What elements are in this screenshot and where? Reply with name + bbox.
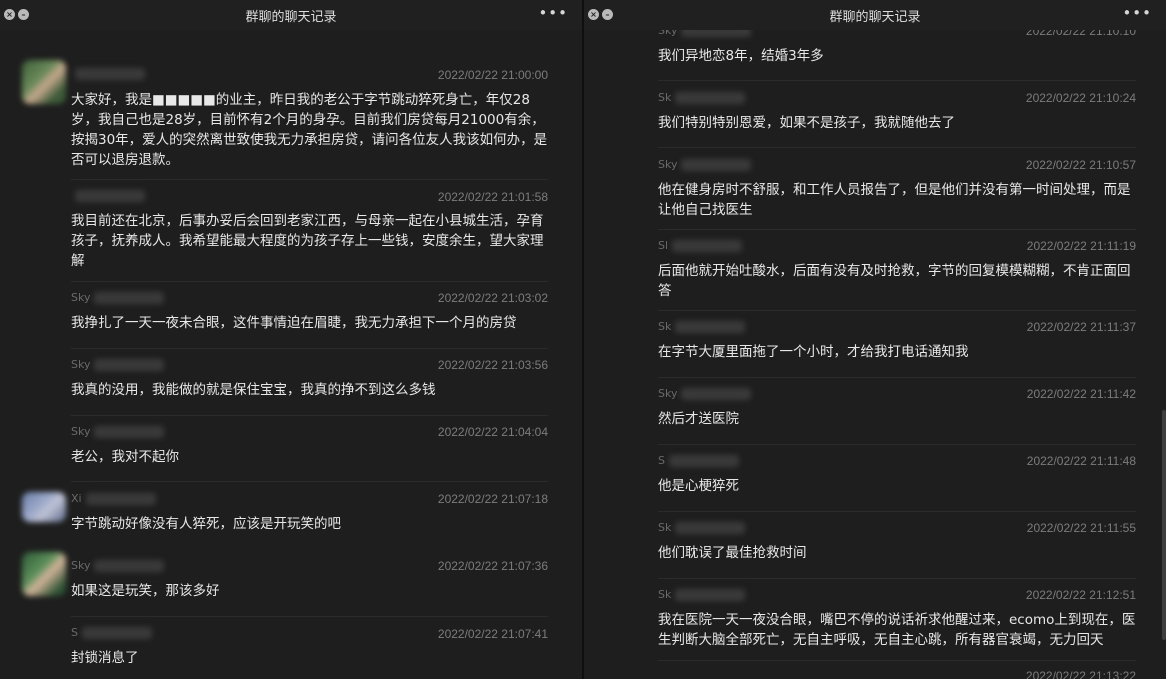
sender-name: Sky	[658, 158, 752, 171]
divider	[71, 179, 548, 180]
avatar[interactable]	[22, 60, 66, 104]
window-title: 群聊的聊天记录	[829, 10, 921, 25]
sender-name: Sl	[658, 239, 743, 252]
message-text[interactable]: 他是心梗猝死	[658, 476, 1143, 496]
message-text[interactable]: 大家好，我是■■■■■的业主，昨日我的老公于字节跳动猝死身亡，年仅28岁，我自己…	[71, 90, 551, 170]
message-text[interactable]: 我们特别特别恩爱，如果不是孩子，我就随他去了	[658, 113, 1143, 133]
message-time: 2022/02/22 21:11:19	[1026, 239, 1136, 253]
divider	[658, 147, 1136, 148]
sender-name: Xi	[71, 492, 156, 505]
divider	[658, 578, 1136, 579]
message-time: 2022/02/22 21:04:04	[437, 425, 548, 439]
sender-name: Sk	[658, 91, 746, 104]
divider	[658, 511, 1136, 512]
message-text[interactable]: 我挣扎了一天一夜未合眼，这件事情迫在眉睫，我无力承担下一个月的房贷	[71, 313, 551, 333]
message-text[interactable]: 他们耽误了最佳抢救时间	[658, 543, 1143, 563]
sender-name: Sky	[658, 387, 752, 400]
message-time: 2022/02/22 21:03:02	[437, 291, 548, 305]
divider	[658, 660, 1136, 661]
divider	[658, 444, 1136, 445]
divider	[658, 377, 1136, 378]
message-time: 2022/02/22 21:07:41	[437, 627, 548, 641]
divider	[71, 281, 548, 282]
divider	[71, 616, 548, 617]
divider	[71, 481, 548, 482]
message-time: 2022/02/22 21:03:56	[437, 358, 548, 372]
more-options-icon[interactable]: •••	[538, 6, 568, 21]
message-text[interactable]: 字节跳动好像没有人猝死，应该是开玩笑的吧	[71, 514, 551, 534]
avatar[interactable]	[22, 552, 66, 596]
message-time: 2022/02/22 21:01:58	[437, 190, 548, 204]
more-options-icon[interactable]: •••	[1122, 6, 1152, 21]
avatar[interactable]	[22, 492, 66, 522]
message-time: 2022/02/22 21:11:37	[1026, 320, 1136, 334]
titlebar: × – 群聊的聊天记录 •••	[584, 0, 1166, 30]
divider	[658, 80, 1136, 81]
message-time: 2022/02/22 21:11:42	[1026, 387, 1136, 401]
divider	[658, 310, 1136, 311]
message-text[interactable]: 封锁消息了	[71, 648, 551, 668]
divider	[71, 415, 548, 416]
chat-history-window-right: Sky 2022/02/22 21:10:10 我们异地恋8年，结婚3年多 × …	[584, 0, 1166, 679]
sender-name: S	[71, 626, 152, 639]
message-time: 2022/02/22 21:07:36	[437, 559, 548, 573]
message-time: 2022/02/22 21:00:00	[437, 68, 548, 82]
divider	[71, 348, 548, 349]
message-text[interactable]: 他在健身房时不舒服，和工作人员报告了，但是他们并没有第一时间处理，而是让他自己找…	[658, 180, 1143, 220]
sender-name	[71, 189, 145, 202]
message-time: 2022/02/22 21:13:22	[1025, 669, 1136, 679]
chat-history-window-left: × – 群聊的聊天记录 ••• 2022/02/22 21:00:00 大家好，…	[0, 0, 582, 679]
message-time: 2022/02/22 21:11:55	[1026, 521, 1136, 535]
message-time: 2022/02/22 21:10:24	[1025, 91, 1136, 105]
message-text[interactable]: 然后才送医院	[658, 409, 1143, 429]
message-time: 2022/02/22 21:07:18	[437, 492, 548, 506]
scrollbar-thumb[interactable]	[1162, 410, 1166, 640]
sender-name: Sk	[658, 521, 746, 534]
titlebar: × – 群聊的聊天记录 •••	[0, 0, 582, 30]
divider	[658, 229, 1136, 230]
sender-name	[71, 67, 145, 80]
message-text[interactable]: 后面他就开始吐酸水，后面有没有及时抢救，字节的回复模模糊糊，不肯正面回答	[658, 261, 1143, 301]
sender-name: Sky	[71, 559, 165, 572]
message-text[interactable]: 我们异地恋8年，结婚3年多	[658, 46, 1143, 66]
message-text[interactable]: 老公，我对不起你	[71, 447, 551, 467]
message-text[interactable]: 在字节大厦里面拖了一个小时，才给我打电话通知我	[658, 342, 1143, 362]
message-text[interactable]: 我目前还在北京，后事办妥后会回到老家江西，与母亲一起在小县城生活，孕育孩子，抚养…	[71, 211, 551, 271]
window-title: 群聊的聊天记录	[245, 10, 337, 25]
sender-name: Sky	[71, 291, 165, 304]
sender-name: Sk	[658, 588, 746, 601]
message-text[interactable]: 如果这是玩笑，那该多好	[71, 581, 551, 601]
message-text[interactable]: 我在医院一天一夜没合眼，嘴巴不停的说话祈求他醒过来，ecomo上到现在，医生判断…	[658, 610, 1143, 650]
sender-name: Sk	[658, 320, 746, 333]
message-time: 2022/02/22 21:11:48	[1026, 454, 1136, 468]
sender-name: Sky	[71, 425, 165, 438]
sender-name: Sky	[71, 358, 165, 371]
message-time: 2022/02/22 21:10:57	[1025, 158, 1136, 172]
sender-name: S	[658, 454, 739, 467]
message-text[interactable]: 我真的没用，我能做的就是保住宝宝，我真的挣不到这么多钱	[71, 380, 551, 400]
message-time: 2022/02/22 21:12:51	[1025, 588, 1136, 602]
